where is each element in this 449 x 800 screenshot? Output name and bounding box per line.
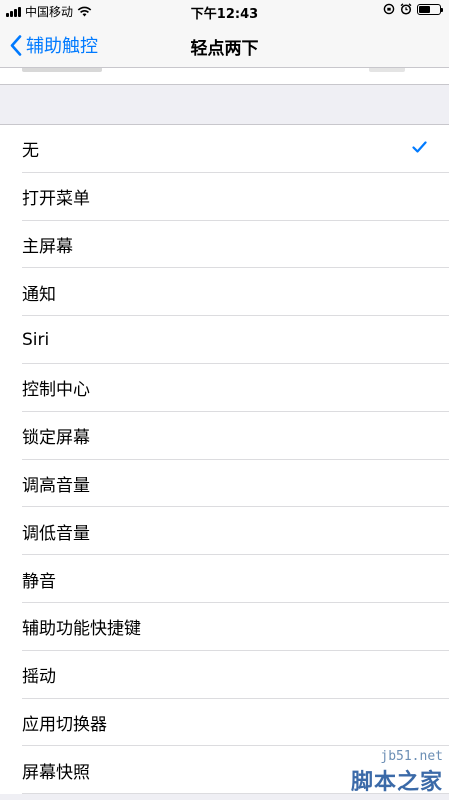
status-bar: 中国移动 下午12:43 <box>0 0 449 22</box>
list-item-label: 应用切换器 <box>22 714 107 735</box>
list-item-label: 无 <box>22 141 39 162</box>
list-item-label: 静音 <box>22 571 56 592</box>
action-list: 无打开菜单主屏幕通知 Siri 控制中心锁定屏幕调高音量调低音量静音辅助功能快捷键摇… <box>0 124 449 795</box>
status-right <box>383 3 443 15</box>
watermark-name: 脚本之家 <box>350 770 443 795</box>
list-item-label: 摇动 <box>22 667 56 688</box>
checkmark-icon <box>412 141 427 153</box>
list-item-label: 通知 <box>22 284 56 305</box>
list-item[interactable]: 控制中心 <box>0 364 449 412</box>
scrolled-row <box>0 68 449 85</box>
rotation-lock-icon <box>383 3 395 15</box>
battery-icon <box>417 3 443 15</box>
list-item[interactable]: 锁定屏幕 <box>0 412 449 460</box>
watermark: jb51.net 脚本之家 <box>351 749 443 796</box>
list-item[interactable]: 应用切换器 <box>0 699 449 747</box>
back-button[interactable]: 辅助触控 <box>10 32 98 58</box>
list-item[interactable]: 辅助功能快捷键 <box>0 603 449 651</box>
list-item-label: 屏幕快照 <box>22 762 90 783</box>
list-item-label: 调低音量 <box>22 523 90 544</box>
list-item[interactable]: 主屏幕 <box>0 221 449 269</box>
battery-fill <box>419 5 430 13</box>
list-item-label: Siri <box>22 330 50 351</box>
list-item[interactable]: 静音 <box>0 555 449 603</box>
list-item[interactable]: 调低音量 <box>0 507 449 555</box>
list-item-label: 控制中心 <box>22 380 90 401</box>
chevron-left-icon <box>10 34 22 56</box>
list-item[interactable]: 打开菜单 <box>0 173 449 221</box>
back-label: 辅助触控 <box>26 36 98 57</box>
list-item[interactable]: 通知 <box>0 268 449 316</box>
list-item-label: 主屏幕 <box>22 236 73 257</box>
list-item[interactable]: 无 <box>0 125 449 173</box>
scrolled-row-label <box>22 68 102 72</box>
list-item-label: 辅助功能快捷键 <box>22 619 141 640</box>
list-item-label: 调高音量 <box>22 475 90 496</box>
list-item-label: 打开菜单 <box>22 189 90 210</box>
nav-bar: 辅助触控 轻点两下 <box>0 22 449 68</box>
status-time: 下午12:43 <box>190 7 259 22</box>
list-item[interactable]: 调高音量 <box>0 460 449 508</box>
screen: 中国移动 下午12:43 辅助触控 轻点两下 无 打开菜单 主屏幕 通知 Sir… <box>0 0 449 800</box>
list-item[interactable]: Siri <box>0 316 449 364</box>
list-item-label: 锁定屏幕 <box>22 428 90 449</box>
scrolled-row-value <box>369 68 405 72</box>
alarm-icon <box>400 3 412 15</box>
watermark-site: jb51.net <box>380 749 443 764</box>
list-item[interactable]: 摇动 <box>0 651 449 699</box>
